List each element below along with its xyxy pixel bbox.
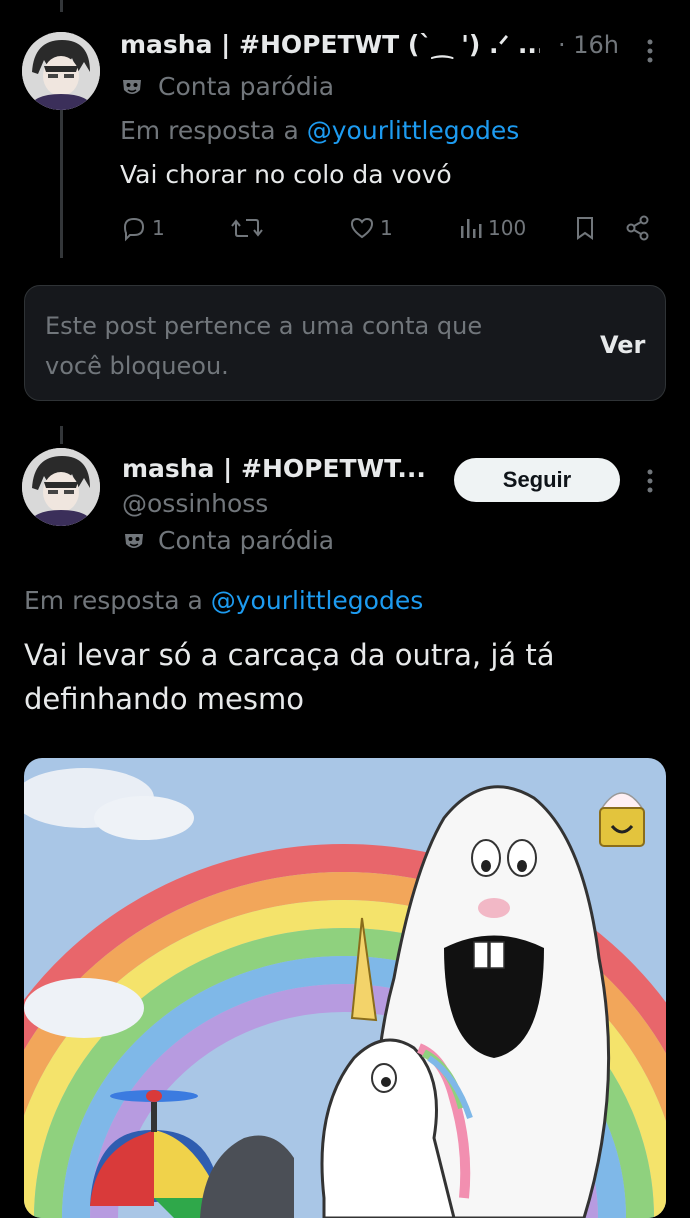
thread-line — [60, 108, 63, 258]
share-button[interactable] — [624, 210, 652, 246]
heart-icon — [350, 217, 374, 239]
post-media-image[interactable] — [24, 758, 666, 1218]
thread-line-connector — [60, 426, 63, 444]
author-name[interactable]: masha | #HOPETWT (`⁔ ') .ᐟ ... — [120, 30, 540, 59]
author-handle[interactable]: @ossinhoss — [122, 489, 268, 518]
views-button[interactable]: 100 — [458, 210, 526, 246]
blocked-notice-line2: você bloqueou. — [45, 352, 229, 380]
parody-label: Conta paródia — [158, 526, 335, 555]
view-blocked-post-button[interactable]: Ver — [600, 331, 645, 359]
like-count: 1 — [380, 216, 393, 240]
post-text: Vai chorar no colo da vovó — [120, 160, 452, 189]
bookmark-icon — [577, 217, 593, 240]
parody-mask-icon — [122, 530, 146, 554]
more-options-icon[interactable] — [640, 466, 660, 496]
share-icon — [626, 215, 649, 241]
reply-prefix: Em resposta a — [24, 586, 203, 615]
views-icon — [461, 219, 482, 238]
post-time[interactable]: · 16h — [558, 31, 619, 59]
avatar[interactable] — [22, 448, 100, 526]
repost-icon — [231, 219, 263, 237]
avatar-image — [22, 448, 100, 526]
more-options-icon[interactable] — [640, 36, 660, 66]
follow-button[interactable]: Seguir — [454, 458, 620, 502]
parody-mask-icon — [120, 76, 144, 100]
reply-handle-link[interactable]: @yourlittlegodes — [211, 586, 423, 615]
bookmark-button[interactable] — [572, 210, 598, 246]
blocked-post-notice: Este post pertence a uma conta que você … — [24, 285, 666, 401]
post-text-line1: Vai levar só a carcaça da outra, já tá — [24, 638, 555, 672]
blocked-notice-line1: Este post pertence a uma conta que — [45, 312, 483, 340]
avatar-image — [22, 32, 100, 110]
reply-context: Em resposta a @yourlittlegodes — [24, 586, 423, 615]
repost-button[interactable] — [230, 210, 264, 246]
thread-line-top — [60, 0, 63, 12]
views-count: 100 — [488, 216, 527, 240]
post-text-line2: definhando mesmo — [24, 682, 304, 716]
reply-icon — [123, 217, 145, 242]
like-button[interactable]: 1 — [348, 210, 393, 246]
meme-illustration — [24, 758, 666, 1218]
parody-label: Conta paródia — [158, 72, 335, 101]
reply-button[interactable]: 1 — [120, 210, 165, 246]
reply-prefix: Em resposta a — [120, 116, 299, 145]
reply-handle-link[interactable]: @yourlittlegodes — [307, 116, 519, 145]
reply-context: Em resposta a @yourlittlegodes — [120, 116, 519, 145]
avatar[interactable] — [22, 32, 100, 110]
author-name[interactable]: masha | #HOPETWT... — [122, 454, 432, 483]
reply-count: 1 — [152, 216, 165, 240]
